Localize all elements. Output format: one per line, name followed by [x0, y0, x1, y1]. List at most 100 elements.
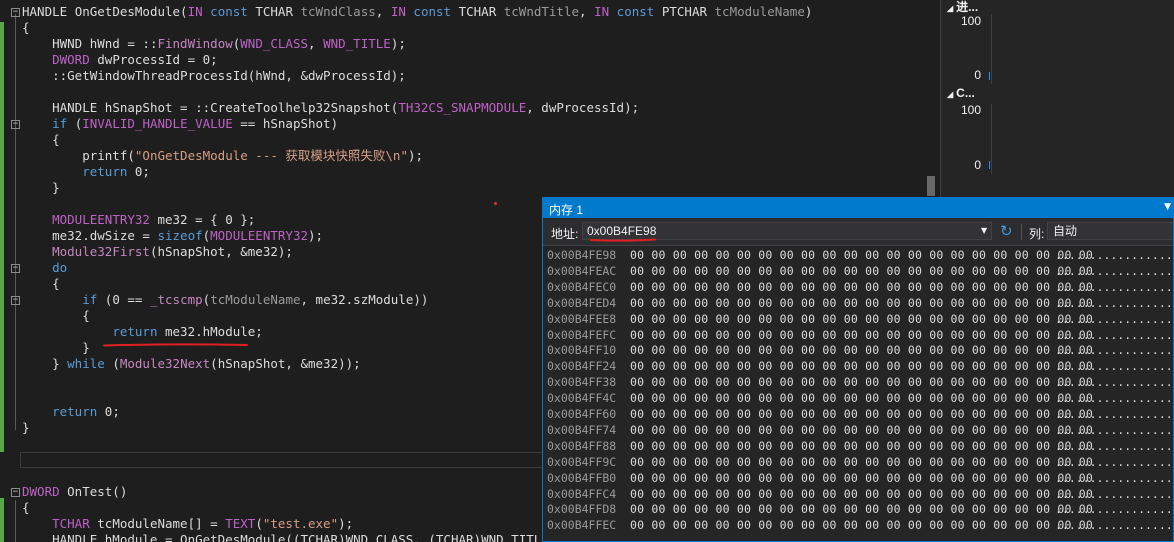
code-token: ); — [407, 148, 424, 163]
memory-hex-bytes[interactable]: 00 00 00 00 00 00 00 00 00 00 00 00 00 0… — [630, 342, 1093, 358]
code-token: do — [52, 260, 68, 275]
code-text: HANDLE hSnapShot = ::CreateToolhelp32Sna… — [22, 100, 639, 116]
collapse-triangle-icon[interactable]: ◢ — [947, 90, 953, 99]
code-token: Module32Next — [119, 356, 211, 371]
collapse-triangle-icon[interactable]: ◢ — [947, 4, 953, 13]
code-line[interactable]: { — [0, 132, 940, 148]
fold-toggle-icon[interactable]: − — [11, 8, 20, 17]
code-text: return 0; — [22, 404, 120, 420]
refresh-icon[interactable]: ↻ — [1000, 222, 1013, 240]
memory-hex-bytes[interactable]: 00 00 00 00 00 00 00 00 00 00 00 00 00 0… — [630, 422, 1093, 438]
code-line[interactable]: − HANDLE OnGetDesModule(IN const TCHAR tc… — [0, 4, 940, 20]
memory-hex-bytes[interactable]: 00 00 00 00 00 00 00 00 00 00 00 00 00 0… — [630, 406, 1093, 422]
code-token: INVALID_HANDLE_VALUE — [82, 116, 233, 131]
memory-hex-bytes[interactable]: 00 00 00 00 00 00 00 00 00 00 00 00 00 0… — [630, 374, 1093, 390]
memory-hex-bytes[interactable]: 00 00 00 00 00 00 00 00 00 00 00 00 00 0… — [630, 470, 1093, 486]
code-text: HWND hWnd = ::FindWindow(WND_CLASS, WND_… — [22, 36, 406, 52]
memory-address: 0x00B4FEC0 — [547, 279, 617, 294]
code-token: printf( — [22, 148, 135, 163]
code-line[interactable]: { — [0, 20, 940, 36]
memory-hex-bytes[interactable]: 00 00 00 00 00 00 00 00 00 00 00 00 00 0… — [630, 279, 1093, 295]
code-token: (0 == — [97, 292, 150, 307]
memory-hex-bytes[interactable]: 00 00 00 00 00 00 00 00 00 00 00 00 00 0… — [630, 438, 1093, 454]
code-text: DWORD OnTest() — [22, 484, 127, 500]
code-token: sizeof — [157, 228, 203, 243]
memory-ascii: ...................... — [1055, 502, 1173, 517]
code-token: 0; — [127, 164, 150, 179]
window-menu-arrow-icon[interactable]: ▼ — [1164, 202, 1171, 212]
memory-hex-bytes[interactable]: 00 00 00 00 00 00 00 00 00 00 00 00 00 0… — [630, 263, 1093, 279]
code-line[interactable]: DWORD dwProcessId = 0; — [0, 52, 940, 68]
code-token: tcWndTitle — [503, 4, 580, 19]
code-token: const — [210, 4, 248, 19]
code-text: return 0; — [22, 164, 150, 180]
code-token: DWORD — [22, 52, 98, 67]
section-header[interactable]: ◢ C... — [947, 86, 975, 100]
memory-ascii: ...................... — [1055, 422, 1173, 437]
memory-address: 0x00B4FF24 — [547, 359, 617, 374]
code-token: } — [22, 180, 60, 195]
code-token: IN — [390, 4, 406, 19]
columns-select[interactable]: 自动 — [1047, 222, 1173, 240]
code-token: (hSnapShot, &me32)); — [210, 356, 361, 371]
memory-hex-bytes[interactable]: 00 00 00 00 00 00 00 00 00 00 00 00 00 0… — [630, 390, 1093, 406]
code-token: "OnGetDesModule --- 获取模块快照失败\n" — [134, 148, 408, 163]
memory-window-titlebar[interactable]: 内存 1 ▼ — [543, 198, 1173, 218]
scrollbar-thumb[interactable] — [927, 176, 935, 196]
memory-ascii: ...................... — [1055, 375, 1173, 390]
code-token: const — [616, 4, 655, 19]
section-header[interactable]: ◢ 进... — [947, 0, 978, 14]
code-line[interactable]: printf("OnGetDesModule --- 获取模块快照失败\n"); — [0, 148, 940, 164]
diagnostic-tools-panel: ◢ 进... 100 0 ◢ C... 100 0 — [940, 0, 1174, 198]
code-text: ::GetWindowThreadProcessId(hWnd, &dwProc… — [22, 68, 406, 84]
fold-toggle-icon[interactable]: − — [11, 296, 20, 305]
code-line[interactable]: } — [0, 180, 940, 196]
memory-window-title: 内存 1 — [549, 203, 584, 217]
code-text: { — [22, 308, 90, 324]
memory-hex-bytes[interactable]: 00 00 00 00 00 00 00 00 00 00 00 00 00 0… — [630, 327, 1093, 343]
memory-hex-bytes[interactable]: 00 00 00 00 00 00 00 00 00 00 00 00 00 0… — [630, 501, 1093, 517]
memory-hex-bytes[interactable]: 00 00 00 00 00 00 00 00 00 00 00 00 00 0… — [630, 311, 1093, 327]
memory-hex-bytes[interactable]: 00 00 00 00 00 00 00 00 00 00 00 00 00 0… — [630, 517, 1093, 533]
code-token: hWnd = — [89, 36, 143, 51]
code-line[interactable]: HWND hWnd = ::FindWindow(WND_CLASS, WND_… — [0, 36, 940, 52]
fold-toggle-icon[interactable]: − — [11, 120, 20, 129]
code-line[interactable]: HANDLE hSnapShot = ::CreateToolhelp32Sna… — [0, 100, 940, 116]
code-token: DWORD — [22, 484, 68, 499]
code-token: MODULEENTRY32 — [210, 228, 308, 243]
code-token: } — [22, 356, 68, 371]
memory-address: 0x00B4FF4C — [547, 391, 617, 406]
code-line[interactable]: − if (INVALID_HANDLE_VALUE == hSnapShot) — [0, 116, 940, 132]
memory-hex-bytes[interactable]: 00 00 00 00 00 00 00 00 00 00 00 00 00 0… — [630, 486, 1093, 502]
memory-address: 0x00B4FEAC — [547, 263, 617, 278]
code-line[interactable]: ::GetWindowThreadProcessId(hWnd, &dwProc… — [0, 68, 940, 84]
code-token: return — [82, 164, 128, 179]
graph-min-label: 0 — [974, 68, 981, 82]
memory-address: 0x00B4FE98 — [547, 248, 617, 262]
memory-hex-bytes[interactable]: 00 00 00 00 00 00 00 00 00 00 00 00 00 0… — [630, 454, 1093, 470]
memory-address: 0x00B4FFEC — [547, 518, 617, 533]
memory-hex-bytes[interactable]: 00 00 00 00 00 00 00 00 00 00 00 00 00 0… — [630, 358, 1093, 374]
code-text: MODULEENTRY32 me32 = { 0 }; — [22, 212, 255, 228]
memory-ascii: ...................... — [1055, 295, 1173, 310]
code-line[interactable] — [0, 84, 940, 100]
code-text: return me32.hModule; — [22, 324, 263, 340]
fold-toggle-icon[interactable]: − — [11, 488, 20, 497]
code-line[interactable]: return 0; — [0, 164, 940, 180]
memory-ascii: ...................... — [1055, 438, 1173, 453]
address-dropdown-icon[interactable]: ▼ — [981, 226, 987, 235]
red-annotation-dot — [494, 202, 497, 205]
memory-address: 0x00B4FFC4 — [547, 486, 617, 501]
code-token: return — [52, 404, 98, 419]
code-token: const — [413, 4, 452, 19]
code-text: DWORD dwProcessId = 0; — [22, 52, 218, 68]
memory-hex-bytes[interactable]: 00 00 00 00 00 00 00 00 00 00 00 00 00 0… — [630, 295, 1093, 311]
code-text: if (0 == _tcscmp(tcModuleName, me32.szMo… — [22, 292, 428, 308]
memory-hex-bytes[interactable]: 00 00 00 00 00 00 00 00 00 00 00 00 00 0… — [630, 247, 1093, 263]
code-token: :: — [142, 36, 158, 51]
code-token: dwProcessId = 0; — [97, 52, 218, 67]
fold-toggle-icon[interactable]: − — [11, 264, 20, 273]
code-token: tcModuleName[] = — [97, 516, 226, 531]
